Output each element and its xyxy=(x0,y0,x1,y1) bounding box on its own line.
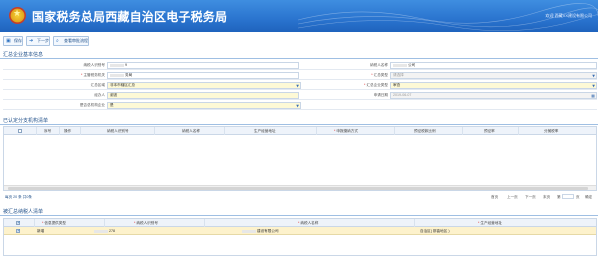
column-divider xyxy=(414,219,415,227)
column-divider xyxy=(462,127,463,135)
table-row[interactable]: 新增 278 建设有限公司 自治区( 那曲地区 ) xyxy=(4,227,596,235)
calendar-icon[interactable]: ▦ xyxy=(591,93,595,98)
col-taxpayer-id: * 纳税人识别号 xyxy=(134,221,158,225)
summary-company-type-label: *汇总企业类型 xyxy=(364,83,388,87)
column-divider xyxy=(394,127,395,135)
branch-table: 序号 操作 纳税人识别号 纳税人名称 生产经营地址 * 申报缴纳方式 预征税款比… xyxy=(3,126,597,191)
cell-info-type: 新增 xyxy=(37,229,45,233)
section-divider xyxy=(0,58,598,59)
tax-authority-field[interactable]: 务局 xyxy=(107,72,299,79)
next-page-link[interactable]: 下一页 xyxy=(525,195,536,200)
apply-date-label: 申请日期 xyxy=(373,93,388,97)
taxpayer-name-field[interactable]: 公司 xyxy=(390,62,597,69)
form-row-1: 纳税人识别号 9 纳税人名称 公司 xyxy=(3,61,597,70)
column-divider xyxy=(316,127,317,135)
column-divider xyxy=(204,219,205,227)
chevron-down-icon: ▼ xyxy=(296,104,299,108)
summary-region-label: 汇总区域 xyxy=(90,83,105,87)
form-row-3: 汇总区域 非本市辖区汇总 ▼ *汇总企业类型 审查 ▼ xyxy=(3,81,597,90)
table-header: * 信息提供类型 * 纳税人识别号 * 纳税人名称 * 生产经营地址 xyxy=(4,219,596,227)
section-branch-list-title: 已认定分支机构清单 xyxy=(3,118,49,124)
form-row-2: *主管税务机关 务局 *汇总类型 请选择 ▼ xyxy=(3,71,597,80)
row-checkbox[interactable] xyxy=(16,228,20,233)
col-taxpayer-id: 纳税人识别号 xyxy=(107,129,129,133)
is-parent-select[interactable]: 是 ▼ xyxy=(107,102,301,109)
section-basic-info-title: 汇总企业基本信息 xyxy=(3,52,44,58)
col-prepay-ratio: 预征税款比例 xyxy=(414,129,436,133)
section-divider xyxy=(0,215,598,216)
column-divider xyxy=(224,127,225,135)
col-index: 序号 xyxy=(44,129,52,133)
column-divider xyxy=(59,127,60,135)
view-approval-button[interactable]: ⌕ 查看审批流程 xyxy=(53,36,89,46)
taxpayer-id-field[interactable]: 9 xyxy=(107,62,299,69)
summary-type-label: *汇总类型 xyxy=(371,73,388,77)
chevron-down-icon: ▼ xyxy=(296,84,299,88)
column-divider xyxy=(104,219,105,227)
col-info-type: * 信息提供类型 xyxy=(42,221,66,225)
col-taxpayer-name: * 纳税人名称 xyxy=(298,221,319,225)
welcome-text: 欢迎 西藏XX建设有限公司 xyxy=(545,13,592,18)
section-summarized-list-title: 被汇总纳税人清单 xyxy=(3,209,44,215)
toolbar: ▣ 保存 ➜ 下一步 ⌕ 查看审批流程 xyxy=(0,34,598,48)
select-all-checkbox[interactable] xyxy=(16,220,20,225)
col-declare-method: * 申报缴纳方式 xyxy=(334,129,358,133)
taxpayer-id-label: 纳税人识别号 xyxy=(83,63,105,67)
column-divider xyxy=(154,127,155,135)
col-prepay-rate: 预征率 xyxy=(484,129,495,133)
column-divider xyxy=(80,127,81,135)
tax-authority-label: *主管税务机关 xyxy=(81,73,105,77)
search-icon: ⌕ xyxy=(56,38,59,44)
col-address: * 生产经营地址 xyxy=(478,221,502,225)
col-address: 生产经营地址 xyxy=(254,129,276,133)
cell-taxpayer-id: 278 xyxy=(94,229,115,233)
last-page-link[interactable]: 末页 xyxy=(543,195,550,200)
prev-page-link[interactable]: 上一页 xyxy=(507,195,518,200)
national-emblem-icon: ★ xyxy=(9,7,26,24)
cell-address: 自治区( 那曲地区 ) xyxy=(420,229,450,233)
chevron-down-icon: ▼ xyxy=(592,84,595,88)
summary-type-select[interactable]: 请选择 ▼ xyxy=(390,72,597,79)
horizontal-scrollbar[interactable] xyxy=(4,185,596,190)
taxpayer-name-label: 纳税人名称 xyxy=(370,63,388,67)
scrollbar-thumb[interactable] xyxy=(8,187,588,190)
site-header: ★ 国家税务总局西藏自治区电子税务局 欢迎 西藏XX建设有限公司 xyxy=(0,0,598,32)
form-row-4: 经办人 谢波 申请日期 2019-06-07 ▦ xyxy=(3,91,597,100)
col-taxpayer-name: 纳税人名称 xyxy=(182,129,200,133)
go-page-button[interactable]: 确定 xyxy=(585,195,592,200)
agent-field[interactable]: 谢波 xyxy=(107,92,299,99)
first-page-link[interactable]: 首页 xyxy=(491,195,498,200)
table-header: 序号 操作 纳税人识别号 纳税人名称 生产经营地址 * 申报缴纳方式 预征税款比… xyxy=(4,127,596,135)
agent-label: 经办人 xyxy=(94,93,105,97)
cell-taxpayer-name: 建设有限公司 xyxy=(242,229,279,234)
column-divider xyxy=(518,127,519,135)
page-number-input[interactable] xyxy=(562,194,574,199)
summarized-table: * 信息提供类型 * 纳税人识别号 * 纳税人名称 * 生产经营地址 新增 27… xyxy=(3,218,597,256)
is-parent-label: 是否总机构企业 xyxy=(79,103,105,107)
form-row-5: 是否总机构企业 是 ▼ xyxy=(3,101,597,110)
col-action: 操作 xyxy=(64,129,72,133)
summary-region-select[interactable]: 非本市辖区汇总 ▼ xyxy=(107,82,301,89)
page-label: 第 xyxy=(557,195,561,199)
arrow-right-icon: ➜ xyxy=(29,38,34,44)
col-share-rate: 分摊税率 xyxy=(544,129,559,133)
apply-date-field[interactable]: 2019-06-07 ▦ xyxy=(390,92,597,99)
page-size-info: 每页 20 条 共0条 xyxy=(5,195,32,199)
column-divider xyxy=(34,219,35,227)
page-suffix: 页 xyxy=(576,195,580,199)
column-divider xyxy=(36,127,37,135)
summary-company-type-select[interactable]: 审查 ▼ xyxy=(390,82,597,89)
section-divider xyxy=(0,124,598,125)
save-icon: ▣ xyxy=(6,38,11,44)
pagination: 每页 20 条 共0条 首页 上一页 下一页 末页 第 页 确定 xyxy=(3,193,597,201)
site-title: 国家税务总局西藏自治区电子税务局 xyxy=(32,10,228,24)
chevron-down-icon: ▼ xyxy=(592,74,595,78)
next-button[interactable]: ➜ 下一步 xyxy=(26,36,50,46)
save-button[interactable]: ▣ 保存 xyxy=(3,36,23,46)
select-all-checkbox[interactable] xyxy=(18,129,22,133)
